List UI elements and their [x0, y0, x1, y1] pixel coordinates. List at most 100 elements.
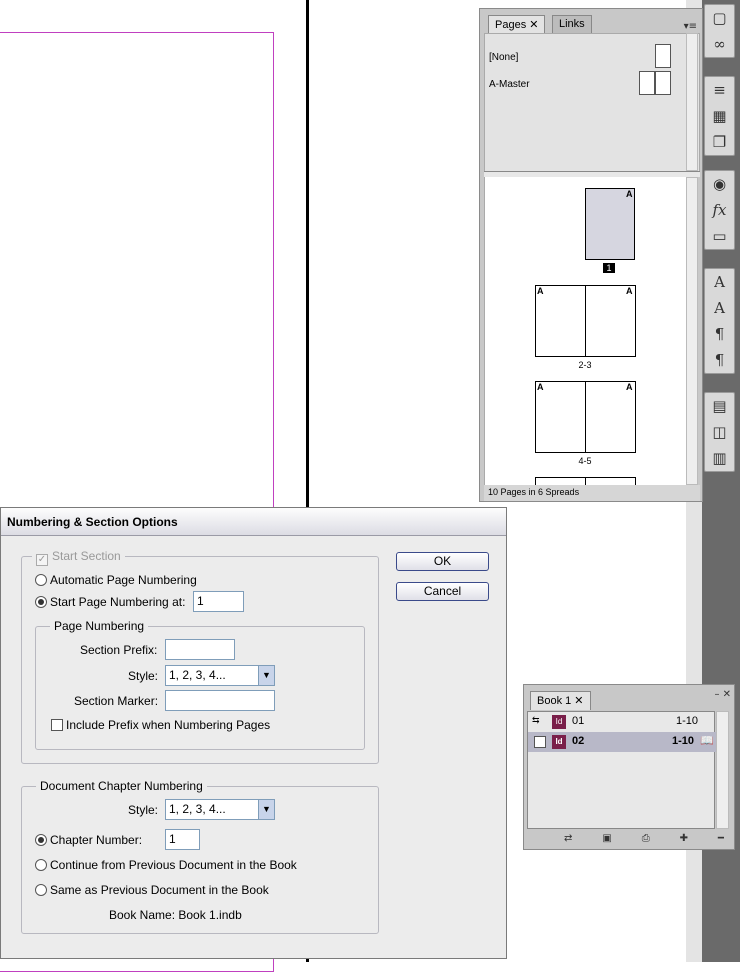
- master-none-label: [None]: [489, 52, 519, 63]
- chapter-style-label: Style:: [128, 803, 159, 817]
- pages-status-text: 10 Pages in 6 Spreads: [488, 487, 580, 497]
- chapter-number-radio[interactable]: [35, 834, 47, 846]
- start-numbering-input[interactable]: 1: [193, 591, 244, 612]
- spreads-scrollbar[interactable]: [686, 177, 698, 485]
- book-row-name: 01: [572, 715, 585, 727]
- text-wrap-icon[interactable]: ▤: [705, 393, 734, 419]
- print-book-icon[interactable]: ⎙: [642, 833, 650, 847]
- style-source-icon[interactable]: ⇆: [532, 715, 540, 726]
- section-marker-input[interactable]: [165, 690, 275, 711]
- cancel-button[interactable]: Cancel: [396, 582, 489, 601]
- indesign-doc-icon: Id: [552, 735, 566, 749]
- chapter-numbering-legend: Document Chapter Numbering: [36, 779, 207, 793]
- tab-book-1[interactable]: Book 1 ✕: [530, 691, 591, 710]
- book-row[interactable]: ⇆ Id 01 1-10: [528, 712, 716, 732]
- dialog-title: Numbering & Section Options: [1, 508, 506, 536]
- tab-pages-label: Pages: [495, 19, 527, 31]
- same-previous-radio[interactable]: [35, 884, 47, 896]
- include-prefix-checkbox[interactable]: [51, 719, 63, 731]
- chevron-down-icon: ▼: [258, 800, 274, 819]
- character-icon[interactable]: A: [705, 269, 734, 295]
- paragraph-styles-icon[interactable]: ¶: [705, 347, 734, 373]
- page-7-thumbnail[interactable]: [585, 477, 636, 485]
- start-section-legend: ✓ Start Section: [32, 549, 125, 566]
- masters-section: [None] A-Master: [484, 33, 700, 173]
- book-document-list: ⇆ Id 01 1-10 Id 02 1-10 📖: [527, 711, 716, 829]
- panel-menu-icon[interactable]: ▾≡: [684, 21, 697, 32]
- page-1-label: 1: [603, 263, 615, 273]
- section-marker-label: Section Marker:: [74, 694, 159, 708]
- page-4-prefix: A: [537, 382, 544, 392]
- page-3-prefix: A: [626, 286, 633, 296]
- paragraph-icon[interactable]: ¶: [705, 321, 734, 347]
- chapter-style-select-value: 1, 2, 3, 4...: [169, 802, 226, 816]
- master-a-label: A-Master: [489, 79, 530, 90]
- numbering-section-dialog: Numbering & Section Options OK Cancel ✓ S…: [0, 507, 507, 959]
- save-book-icon[interactable]: ▣: [602, 833, 611, 847]
- object-styles-icon[interactable]: ◫: [705, 419, 734, 445]
- section-prefix-label: Section Prefix:: [80, 643, 158, 657]
- indesign-doc-icon: Id: [552, 715, 566, 729]
- pages-panel-tabbar: Pages ✕ Links ▾≡: [482, 11, 700, 34]
- tab-links[interactable]: Links: [552, 15, 592, 34]
- book-row-pages: 1-10: [672, 735, 695, 747]
- ok-button[interactable]: OK: [396, 552, 489, 571]
- auto-numbering-radio[interactable]: [35, 574, 47, 586]
- book-row-name: 02: [572, 735, 585, 747]
- page-5-prefix: A: [626, 382, 633, 392]
- dock-group-4: A A ¶ ¶: [704, 268, 735, 374]
- table-icon[interactable]: ▥: [705, 445, 734, 471]
- book-name-text: Book Name: Book 1.indb: [109, 908, 242, 922]
- master-a[interactable]: A-Master: [489, 79, 530, 90]
- start-section-label: Start Section: [52, 549, 121, 563]
- master-none-thumbnail[interactable]: [655, 44, 671, 68]
- remove-document-icon[interactable]: ━: [718, 833, 724, 847]
- add-document-icon[interactable]: ✚: [680, 833, 688, 847]
- masters-scrollbar[interactable]: [686, 33, 698, 171]
- book-row-pages: 1-10: [676, 715, 699, 727]
- pages-icon[interactable]: ▢: [705, 5, 734, 31]
- page-6-thumbnail[interactable]: [535, 477, 586, 485]
- synchronize-icon[interactable]: ⇄: [564, 833, 572, 847]
- book-footer: ⇄ ▣ ⎙ ✚ ━: [564, 833, 724, 847]
- tab-links-label: Links: [559, 18, 585, 30]
- chapter-number-label: Chapter Number:: [50, 833, 143, 847]
- swatches-grid-icon[interactable]: ▦: [705, 103, 734, 129]
- start-section-checkbox[interactable]: ✓: [36, 554, 48, 566]
- dock-group-2: ≡ ▦ ❐: [704, 76, 735, 156]
- continue-previous-radio[interactable]: [35, 859, 47, 871]
- links-icon[interactable]: ∞: [705, 31, 734, 57]
- character-styles-icon[interactable]: A: [705, 295, 734, 321]
- style-label: Style:: [128, 669, 159, 683]
- book-open-icon: 📖: [700, 735, 714, 747]
- style-select-value: 1, 2, 3, 4...: [169, 668, 226, 682]
- pages-status: 10 Pages in 6 Spreads: [484, 485, 700, 501]
- book-scrollbar[interactable]: [716, 711, 729, 829]
- master-a-left-thumbnail[interactable]: [639, 71, 655, 95]
- chapter-style-select[interactable]: 1, 2, 3, 4... ▼: [165, 799, 275, 820]
- book-row[interactable]: Id 02 1-10 📖: [528, 732, 716, 752]
- style-source-box[interactable]: [534, 736, 546, 748]
- spread-2-3-label: 2-3: [578, 360, 592, 370]
- master-none[interactable]: [None]: [489, 52, 518, 63]
- chevron-down-icon: ▼: [258, 666, 274, 685]
- start-numbering-label: Start Page Numbering at:: [50, 595, 186, 609]
- fx-icon[interactable]: fx: [705, 197, 734, 223]
- page-2-prefix: A: [537, 286, 544, 296]
- stroke-icon[interactable]: ≡: [705, 77, 734, 103]
- section-prefix-input[interactable]: [165, 639, 235, 660]
- start-numbering-radio[interactable]: [35, 596, 47, 608]
- book-panel: Book 1 ✕ – ✕ ⇆ Id 01 1-10 Id 02 1-10 📖 ⇄…: [523, 684, 735, 850]
- auto-numbering-label: Automatic Page Numbering: [50, 573, 197, 587]
- pages-panel: Pages ✕ Links ▾≡ [None] A-Master A 1 A A…: [479, 8, 703, 502]
- book-panel-menu-icon[interactable]: – ✕: [714, 689, 731, 700]
- chapter-number-input[interactable]: 1: [165, 829, 200, 850]
- gradient-icon[interactable]: ▭: [705, 223, 734, 249]
- style-select[interactable]: 1, 2, 3, 4... ▼: [165, 665, 275, 686]
- color-icon[interactable]: ◉: [705, 171, 734, 197]
- continue-previous-label: Continue from Previous Document in the B…: [50, 858, 297, 872]
- tab-pages[interactable]: Pages ✕: [488, 15, 546, 34]
- layers-icon[interactable]: ❐: [705, 129, 734, 155]
- master-a-right-thumbnail[interactable]: [655, 71, 671, 95]
- tab-book-1-label: Book 1: [537, 695, 572, 707]
